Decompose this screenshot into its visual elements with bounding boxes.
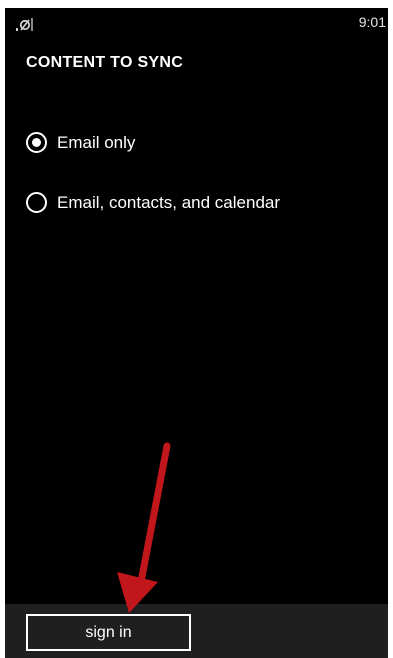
radio-option-email-only[interactable]: Email only bbox=[26, 132, 135, 153]
clock: 9:01 bbox=[358, 14, 386, 30]
radio-button-unselected[interactable] bbox=[26, 192, 47, 213]
no-signal-icon bbox=[16, 18, 33, 31]
option-label: Email, contacts, and calendar bbox=[57, 192, 281, 212]
phone-screen: 9:01 CONTENT TO SYNC Email only Email, c… bbox=[5, 8, 388, 658]
page-title: CONTENT TO SYNC bbox=[26, 54, 184, 71]
sign-in-button[interactable]: sign in bbox=[26, 614, 191, 651]
option-label: Email only bbox=[57, 132, 136, 152]
radio-button-selected[interactable] bbox=[26, 132, 47, 153]
status-bar: 9:01 bbox=[5, 8, 388, 38]
radio-option-email-contacts-calendar[interactable]: Email, contacts, and calendar bbox=[26, 192, 280, 213]
radio-dot bbox=[32, 138, 41, 147]
app-bar: sign in bbox=[5, 604, 388, 658]
